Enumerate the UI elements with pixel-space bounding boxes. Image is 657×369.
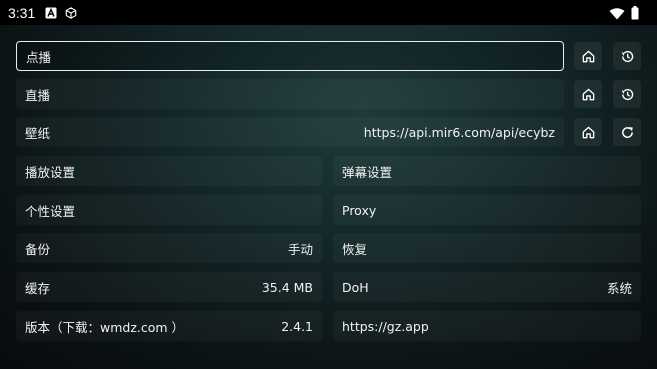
proxy-label: Proxy [342,202,377,218]
refresh-icon [621,126,633,138]
wallpaper-source-field[interactable]: 壁纸 https://api.mir6.com/api/ecybz [16,117,564,147]
restore-label: 恢复 [342,241,368,257]
history-icon [621,88,633,100]
cube-icon [65,6,77,19]
version-label: 版本（下载：wmdz.com ） [25,319,185,335]
personal-settings-item[interactable]: 个性设置 [16,195,322,225]
personal-settings-label: 个性设置 [25,203,76,219]
wallpaper-home-button[interactable] [574,118,602,146]
cache-size-value: 35.4 MB [261,279,313,295]
battery-icon [631,5,639,24]
cache-item[interactable]: 缓存 35.4 MB [16,272,322,302]
vod-source-field[interactable]: 点播 [16,41,564,71]
wallpaper-refresh-button[interactable] [613,118,641,146]
doh-label: DoH [342,279,369,295]
playback-settings-label: 播放设置 [25,164,76,180]
home-icon [582,88,594,100]
status-bar: 3:31 [0,0,657,25]
danmaku-settings-item[interactable]: 弹幕设置 [333,156,641,186]
doh-value: 系统 [606,280,632,296]
backup-item[interactable]: 备份 手动 [16,233,322,263]
home-icon [582,126,594,138]
proxy-item[interactable]: Proxy [333,195,641,225]
live-label: 直播 [25,87,51,103]
wallpaper-url: https://api.mir6.com/api/ecybz [363,124,555,140]
vod-history-button[interactable] [613,42,641,70]
playback-settings-item[interactable]: 播放设置 [16,156,322,186]
site-link-label: https://gz.app [342,318,429,334]
doh-item[interactable]: DoH 系统 [333,272,641,302]
restore-item[interactable]: 恢复 [333,233,641,263]
version-item[interactable]: 版本（下载：wmdz.com ） 2.4.1 [16,311,322,341]
wifi-icon [609,5,625,24]
backup-label: 备份 [25,241,51,257]
status-time: 3:31 [8,4,36,21]
notification-a-icon [45,7,57,19]
version-value: 2.4.1 [281,318,313,334]
vod-label: 点播 [26,49,52,65]
history-icon [621,50,633,62]
cache-label: 缓存 [25,280,51,296]
vod-home-button[interactable] [574,42,602,70]
home-icon [582,50,594,62]
live-history-button[interactable] [613,80,641,108]
site-link-item[interactable]: https://gz.app [333,311,641,341]
backup-mode-value: 手动 [287,241,313,257]
wallpaper-label: 壁纸 [25,125,51,141]
danmaku-settings-label: 弹幕设置 [342,164,393,180]
live-source-field[interactable]: 直播 [16,79,564,109]
live-home-button[interactable] [574,80,602,108]
